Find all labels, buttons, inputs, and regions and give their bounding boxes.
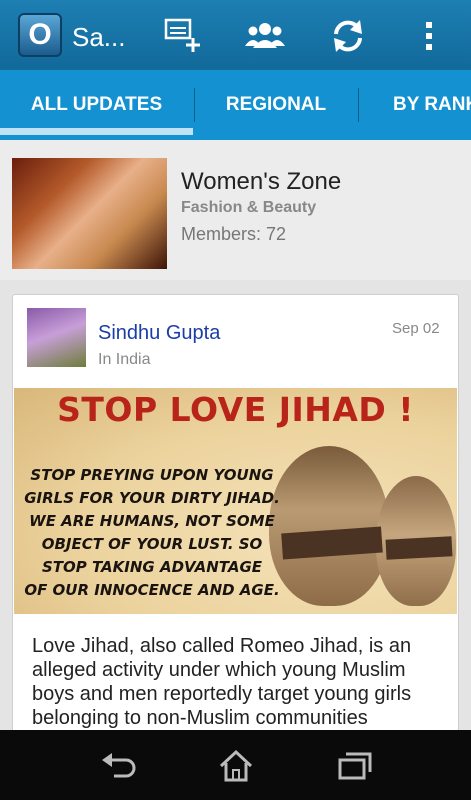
image-text-line: OF OUR INNOCENCE AND AGE.: [24, 581, 280, 599]
action-bar: O Sa...: [0, 0, 471, 70]
app-logo-icon[interactable]: O: [18, 13, 62, 57]
author-avatar[interactable]: [27, 308, 86, 367]
image-text-line: STOP PREYING UPON YOUNG: [30, 466, 274, 484]
image-text-line: WE ARE HUMANS, NOT SOME: [29, 512, 275, 530]
group-name: Women's Zone: [181, 168, 342, 195]
image-headline: STOP LOVE JIHAD !: [57, 390, 414, 429]
group-category: Fashion & Beauty: [181, 199, 317, 216]
overflow-menu-icon[interactable]: [408, 14, 452, 58]
post-body-text: Love Jihad, also called Romeo Jihad, is …: [32, 635, 412, 729]
home-icon[interactable]: [214, 744, 258, 788]
group-members-count: Members: 72: [181, 224, 287, 244]
mouth-tape: [385, 536, 453, 560]
app-title: Sa...: [72, 22, 126, 52]
group-thumbnail: [12, 158, 167, 269]
image-text-line: OBJECT OF YOUR LUST. SO: [41, 535, 263, 553]
create-group-icon[interactable]: [160, 14, 204, 58]
image-text-line: STOP TAKING ADVANTAGE: [41, 558, 263, 576]
post-date: Sep 02: [392, 320, 440, 337]
recent-apps-icon[interactable]: [332, 744, 376, 788]
people-icon[interactable]: [243, 14, 287, 58]
tab-by-rank[interactable]: BY RANK: [359, 70, 471, 140]
system-nav-bar: [0, 730, 471, 800]
author-name-link[interactable]: Sindhu Gupta: [98, 322, 220, 345]
tab-selected-indicator: [0, 128, 193, 135]
post-image[interactable]: STOP LOVE JIHAD ! STOP PREYING UPON YOUN…: [14, 388, 457, 614]
woman-face-image: [269, 446, 389, 606]
author-location: In India: [98, 351, 151, 368]
refresh-icon[interactable]: [326, 14, 370, 58]
image-text: STOP PREYING UPON YOUNG GIRLS FOR YOUR D…: [22, 464, 282, 602]
tab-regional[interactable]: REGIONAL: [195, 70, 357, 140]
back-icon[interactable]: [96, 744, 140, 788]
image-text-line: GIRLS FOR YOUR DIRTY JIHAD.: [24, 489, 280, 507]
